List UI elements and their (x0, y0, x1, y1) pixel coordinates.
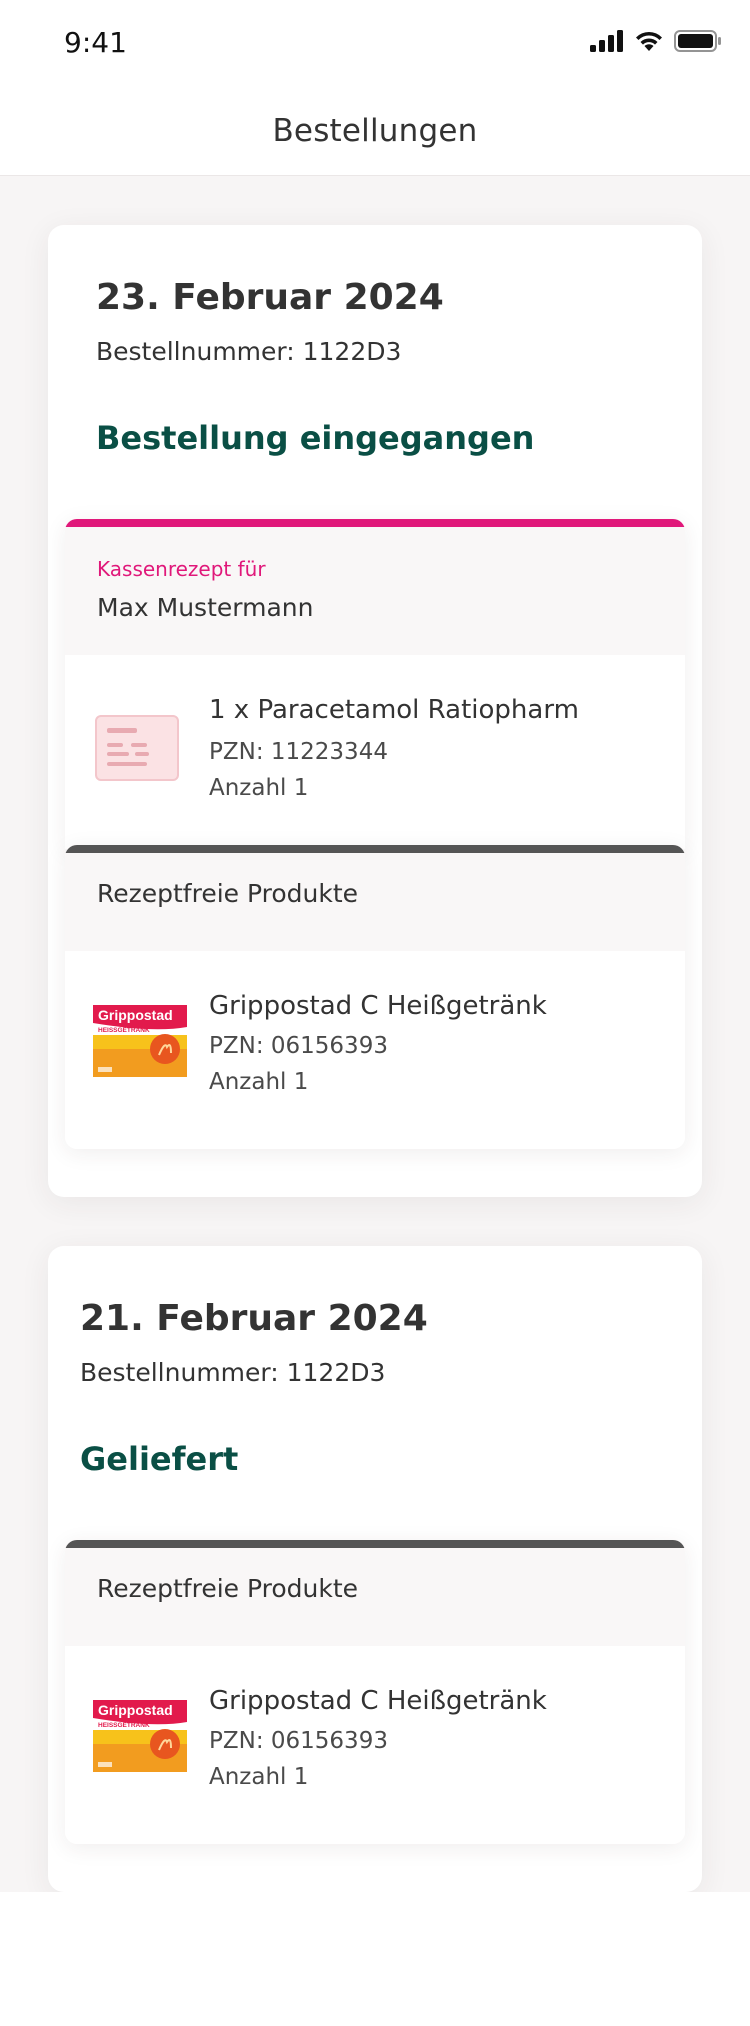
status-time: 9:41 (64, 26, 127, 59)
group-accent-bar (65, 1540, 685, 1548)
brand-logo-text: Grippostad (98, 1007, 173, 1023)
group-accent-bar (65, 519, 685, 527)
product-pzn: PZN: 11223344 (209, 739, 388, 765)
prescription-icon (95, 715, 179, 785)
product-pzn: PZN: 06156393 (209, 1033, 388, 1059)
bottom-area (0, 1892, 750, 2026)
order-card[interactable]: 21. Februar 2024 Bestellnummer: 1122D3 G… (48, 1246, 702, 1892)
product-quantity: Anzahl 1 (209, 775, 309, 801)
prescription-label: Kassenrezept für (97, 557, 266, 581)
order-status: Bestellung eingegangen (96, 419, 535, 457)
status-bar: 9:41 (0, 0, 750, 86)
product-name: Grippostad C Heißgetränk (209, 1686, 547, 1716)
brand-logo-text: Grippostad (98, 1702, 173, 1718)
page-title: Bestellungen (272, 112, 478, 149)
product-name: 1 x Paracetamol Ratiopharm (209, 695, 579, 725)
order-date: 21. Februar 2024 (80, 1298, 428, 1339)
otc-group: Rezeptfreie Produkte Grippostad HEISSGET… (65, 845, 685, 1149)
list-item[interactable]: Grippostad HEISSGETRÄNK Grippostad C Hei… (65, 1646, 685, 1844)
patient-name: Max Mustermann (97, 593, 314, 622)
order-date: 23. Februar 2024 (96, 277, 444, 318)
nav-bar: Bestellungen (0, 86, 750, 176)
otc-group-title: Rezeptfreie Produkte (97, 1574, 359, 1603)
order-status: Geliefert (80, 1440, 239, 1478)
order-card[interactable]: 23. Februar 2024 Bestellnummer: 1122D3 B… (48, 225, 702, 1197)
svg-text:HEISSGETRÄNK: HEISSGETRÄNK (98, 1721, 150, 1729)
group-header: Kassenrezept für Max Mustermann (65, 527, 685, 655)
product-quantity: Anzahl 1 (209, 1764, 309, 1790)
group-header: Rezeptfreie Produkte (65, 853, 685, 951)
otc-group-title: Rezeptfreie Produkte (97, 879, 359, 908)
order-number: Bestellnummer: 1122D3 (96, 337, 402, 366)
list-item[interactable]: Grippostad HEISSGETRÄNK Grippostad C Hei… (65, 951, 685, 1149)
product-quantity: Anzahl 1 (209, 1069, 309, 1095)
grippostad-box: Grippostad HEISSGETRÄNK (93, 1005, 187, 1081)
prescription-group: Kassenrezept für Max Mustermann 1 x Para… (65, 519, 685, 849)
svg-text:HEISSGETRÄNK: HEISSGETRÄNK (98, 1026, 150, 1034)
list-item[interactable]: 1 x Paracetamol Ratiopharm PZN: 11223344… (65, 655, 685, 849)
status-icons (590, 30, 722, 52)
otc-group: Rezeptfreie Produkte Grippostad HEISSGET… (65, 1540, 685, 1844)
product-name: Grippostad C Heißgetränk (209, 991, 547, 1021)
signal-icon (590, 30, 623, 52)
grippostad-box: Grippostad HEISSGETRÄNK (93, 1700, 187, 1776)
group-accent-bar (65, 845, 685, 853)
order-number: Bestellnummer: 1122D3 (80, 1358, 386, 1387)
battery-icon (674, 30, 721, 52)
group-header: Rezeptfreie Produkte (65, 1548, 685, 1646)
wifi-icon (636, 31, 662, 51)
product-pzn: PZN: 06156393 (209, 1728, 388, 1754)
